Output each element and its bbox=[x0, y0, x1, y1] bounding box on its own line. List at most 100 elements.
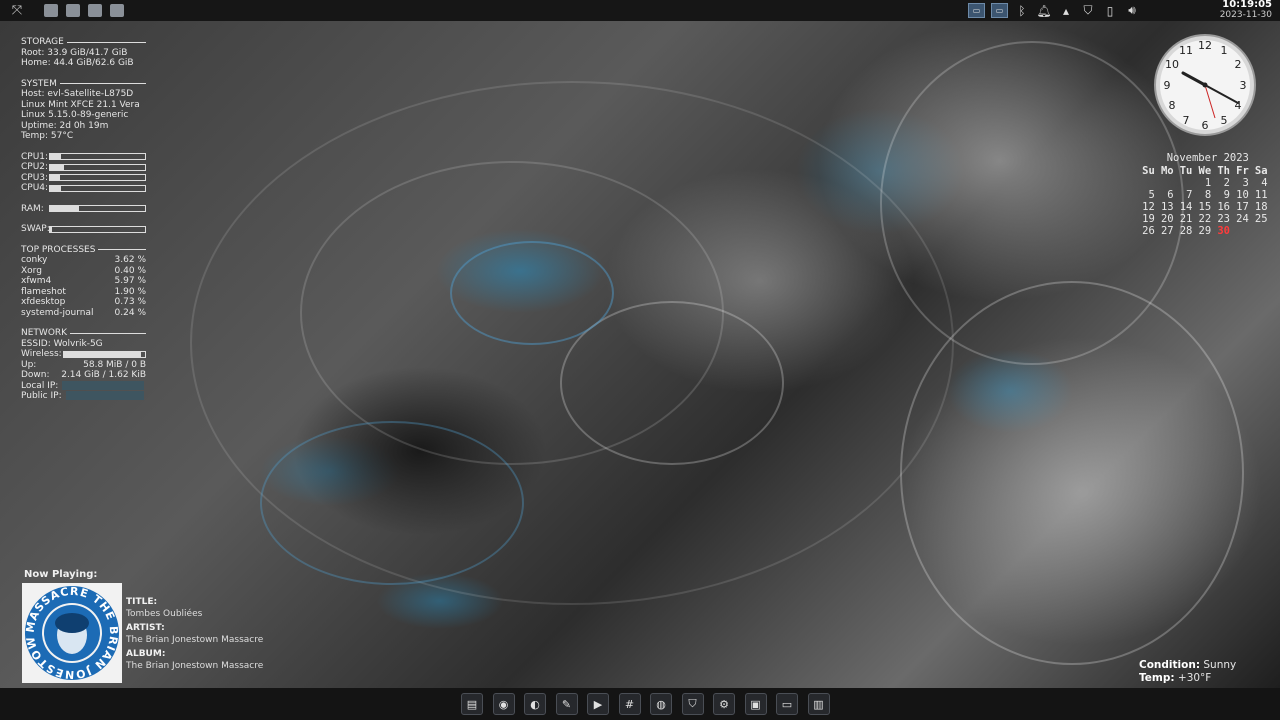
monitor-icon[interactable]: ▣ bbox=[744, 693, 767, 715]
cpu2-bar bbox=[49, 163, 146, 171]
svg-text:7: 7 bbox=[1183, 114, 1190, 127]
cpu2-row: CPU2: bbox=[21, 162, 146, 173]
process-name: Xorg bbox=[21, 265, 42, 276]
process-name: xfwm4 bbox=[21, 276, 52, 286]
cpu1-row: CPU1: bbox=[21, 152, 146, 163]
calendar-day bbox=[1136, 177, 1155, 189]
terminal-icon[interactable] bbox=[44, 4, 58, 17]
kernel: Linux 5.15.0-89-generic bbox=[21, 110, 129, 120]
calendar-day: 9 bbox=[1223, 189, 1230, 201]
editor-icon[interactable]: ✎ bbox=[555, 693, 578, 715]
swap-label: SWAP: bbox=[21, 224, 50, 234]
calendar-grid: Su Mo Tu We Th Fr Sa 1 2 3 4 5 6 7 8 9 10 11 12 13 14 15 16 17 1… bbox=[1136, 165, 1268, 237]
svg-text:9: 9 bbox=[1164, 79, 1171, 92]
process-cpu: 5.97 % bbox=[114, 276, 146, 286]
workspace-1-icon[interactable]: ▭ bbox=[968, 3, 985, 18]
gear-icon[interactable]: ⚙ bbox=[713, 693, 735, 715]
temperature: Temp: 57°C bbox=[21, 131, 74, 141]
artist-label: ARTIST: bbox=[126, 623, 165, 633]
calendar-day: 19 bbox=[1142, 213, 1155, 225]
calendar-weekday: Tu bbox=[1179, 165, 1193, 177]
calendar-day: 15 bbox=[1198, 201, 1212, 213]
calendar-weekday: Fr bbox=[1236, 165, 1249, 177]
process-cpu: 0.40 % bbox=[114, 265, 146, 276]
upload-row: Up: 58.8 MiB / 0 B bbox=[21, 360, 146, 371]
process-row: Xorg 0.40 % bbox=[21, 266, 146, 277]
calendar-day: 24 bbox=[1236, 213, 1249, 225]
essid: ESSID: Wolvrik-5G bbox=[21, 338, 103, 349]
cpu4-label: CPU4: bbox=[21, 183, 49, 193]
browser-icon[interactable]: ◐ bbox=[524, 693, 546, 715]
media-icon[interactable] bbox=[110, 4, 124, 17]
settings-grid-icon[interactable]: # bbox=[618, 693, 641, 715]
conky-widget: STORAGE Root: 33.9 GiB/41.7 GiB Home: 44… bbox=[21, 37, 146, 402]
panel-clock[interactable]: 10:19:05 2023-11-30 bbox=[1220, 0, 1272, 20]
process-cpu: 0.73 % bbox=[114, 297, 146, 307]
screenshot-icon[interactable] bbox=[88, 4, 102, 17]
ram-row: RAM: bbox=[21, 204, 146, 215]
bluetooth-icon[interactable]: ᛒ bbox=[1014, 3, 1030, 19]
process-cpu: 1.90 % bbox=[114, 286, 146, 297]
top-processes-header: TOP PROCESSES bbox=[21, 244, 96, 255]
calendar-day: 27 bbox=[1160, 225, 1174, 237]
svg-text:12: 12 bbox=[1198, 39, 1212, 52]
whisker-menu-icon[interactable]: ⤧ bbox=[10, 4, 24, 17]
up-value: 58.8 MiB / 0 B bbox=[83, 359, 146, 370]
calendar-day: 13 bbox=[1160, 201, 1174, 213]
files-icon[interactable]: ▤ bbox=[461, 693, 483, 715]
calendar-day bbox=[1174, 177, 1193, 189]
notification-icon[interactable]: 🔔︎ bbox=[1036, 3, 1052, 19]
cpu2-label: CPU2: bbox=[21, 162, 49, 172]
host: Host: evl-Satellite-L875D bbox=[21, 89, 134, 99]
uptime: Uptime: 2d 0h 19m bbox=[21, 120, 109, 131]
workspace-icon[interactable]: ▭ bbox=[776, 693, 798, 715]
battery-icon[interactable]: ▯ bbox=[1102, 3, 1118, 19]
calendar-day: 23 bbox=[1217, 213, 1230, 225]
ram-bar bbox=[49, 205, 146, 213]
calendar-weekday: Mo bbox=[1160, 165, 1174, 177]
volume-icon[interactable]: 🔊︎ bbox=[1124, 3, 1140, 19]
trash-icon[interactable]: ▥ bbox=[807, 693, 830, 715]
svg-text:11: 11 bbox=[1179, 44, 1193, 57]
network-icon[interactable]: ▴ bbox=[1058, 3, 1074, 19]
storage-header: STORAGE bbox=[21, 37, 64, 47]
calendar-day: 5 bbox=[1148, 189, 1155, 201]
track-album: The Brian Jonestown Massacre bbox=[126, 660, 264, 671]
process-row: flameshot 1.90 % bbox=[21, 287, 146, 298]
calendar-day: 16 bbox=[1217, 201, 1230, 213]
down-value: 2.14 GiB / 1.62 KiB bbox=[61, 370, 146, 380]
cpu4-bar bbox=[49, 184, 146, 192]
file-manager-icon[interactable] bbox=[66, 4, 80, 17]
bottom-dock: ▤ ◉ ◐ ✎ ▶ # ◍ ⛉ ⚙ ▣ ▭ ▥ bbox=[0, 688, 1280, 720]
public-ip-label: Public IP: bbox=[21, 391, 62, 401]
root-usage: Root: 33.9 GiB/41.7 GiB bbox=[21, 47, 128, 58]
process-name: flameshot bbox=[21, 286, 66, 297]
up-label: Up: bbox=[21, 359, 37, 370]
track-artist: The Brian Jonestown Massacre bbox=[126, 634, 264, 645]
process-row: systemd-journal 0.24 % bbox=[21, 308, 146, 319]
swap-bar bbox=[49, 225, 146, 233]
workspace-2-icon[interactable]: ▭ bbox=[991, 3, 1008, 18]
calendar-day: 3 bbox=[1242, 177, 1249, 189]
cpu1-label: CPU1: bbox=[21, 151, 49, 162]
chrome-icon[interactable]: ◉ bbox=[492, 693, 515, 715]
panel-date: 2023-11-30 bbox=[1219, 10, 1272, 20]
calendar-weekday: Sa bbox=[1254, 165, 1268, 177]
bitwarden-icon[interactable]: ⛉ bbox=[681, 693, 704, 715]
video-icon[interactable]: ▶ bbox=[587, 693, 609, 715]
now-playing-heading: Now Playing: bbox=[24, 569, 98, 580]
calendar-day: 29 bbox=[1198, 225, 1212, 237]
qbittorrent-icon[interactable]: ◍ bbox=[650, 693, 672, 715]
cpu4-row: CPU4: bbox=[21, 183, 146, 194]
title-label: TITLE: bbox=[126, 597, 158, 607]
calendar-day: 2 bbox=[1223, 177, 1230, 189]
cpu3-row: CPU3: bbox=[21, 173, 146, 184]
calendar-widget: November 2023 Su Mo Tu We Th Fr Sa 1 2 3 4 5 6 7 8 9 10 1… bbox=[1136, 152, 1268, 237]
calendar-day: 26 bbox=[1142, 225, 1155, 237]
calendar-day: 17 bbox=[1236, 201, 1249, 213]
calendar-day: 30 bbox=[1217, 225, 1230, 237]
shield-icon[interactable]: ⛉ bbox=[1080, 3, 1096, 19]
cpu3-bar bbox=[49, 174, 146, 182]
album-label: ALBUM: bbox=[126, 649, 166, 659]
home-usage: Home: 44.4 GiB/62.6 GiB bbox=[21, 58, 134, 68]
